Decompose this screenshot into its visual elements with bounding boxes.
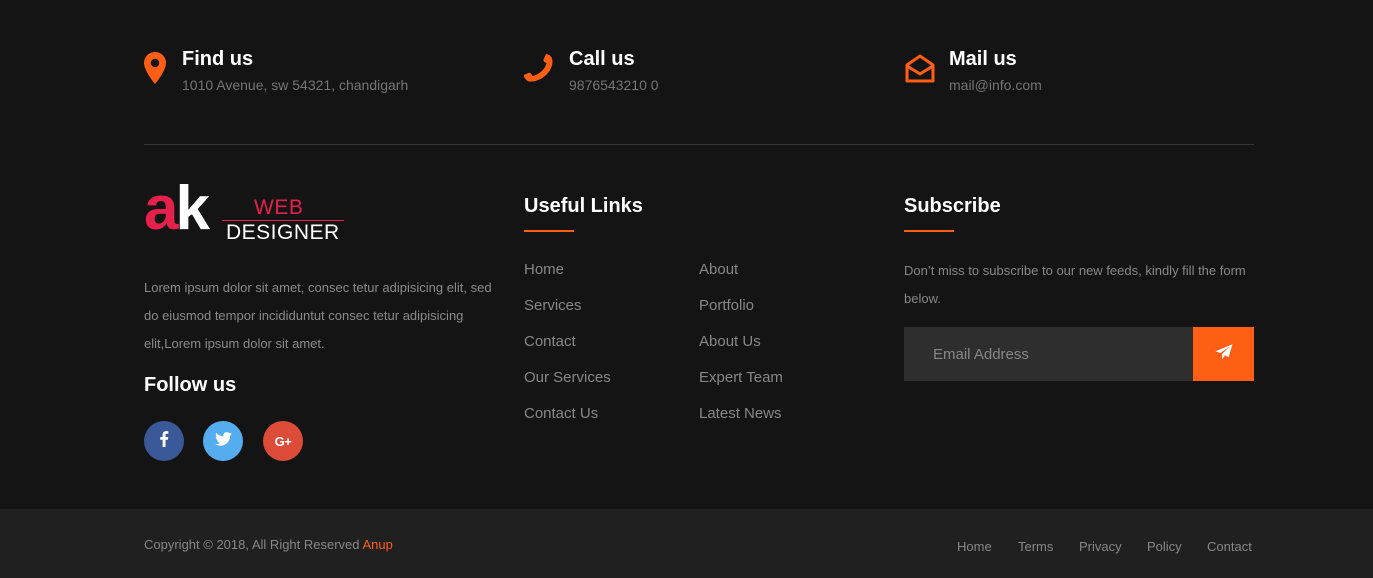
subscribe-underline: [904, 230, 954, 232]
useful-links-title: Useful Links: [524, 195, 643, 217]
footer-link-portfolio[interactable]: Portfolio: [699, 297, 754, 314]
call-us-phone[interactable]: 9876543210 0: [569, 77, 659, 93]
footer-link-about-us[interactable]: About Us: [699, 333, 761, 350]
bottom-link-policy[interactable]: Policy: [1147, 539, 1182, 554]
envelope-open-icon: [904, 52, 938, 86]
copyright: Copyright © 2018, All Right Reserved Anu…: [144, 537, 393, 552]
footer-divider: [144, 144, 1254, 145]
footer-link-our-services[interactable]: Our Services: [524, 369, 611, 386]
subscribe-email-box: [904, 327, 1193, 381]
footer-link-home[interactable]: Home: [524, 261, 564, 278]
contact-mail-us: Mail us mail@info.com: [904, 48, 1264, 98]
footer-main: Find us 1010 Avenue, sw 54321, chandigar…: [0, 0, 1373, 509]
footer-link-expert-team[interactable]: Expert Team: [699, 369, 783, 386]
twitter-button[interactable]: [203, 421, 243, 461]
mail-us-email[interactable]: mail@info.com: [949, 77, 1042, 93]
find-us-address: 1010 Avenue, sw 54321, chandigarh: [182, 77, 409, 93]
footer-link-contact-us[interactable]: Contact Us: [524, 405, 598, 422]
footer-link-about[interactable]: About: [699, 261, 738, 278]
logo-designer-text: DESIGNER: [226, 221, 340, 244]
logo-web-text: WEB: [254, 196, 304, 219]
facebook-button[interactable]: [144, 421, 184, 461]
email-input[interactable]: [904, 327, 1193, 381]
footer-link-latest-news[interactable]: Latest News: [699, 405, 782, 422]
twitter-icon: [214, 431, 232, 451]
subscribe-send-button[interactable]: [1193, 327, 1254, 381]
logo-mark: ak: [144, 174, 210, 243]
bottom-link-home[interactable]: Home: [957, 539, 992, 554]
useful-links-underline: [524, 230, 574, 232]
google-plus-icon: G+: [274, 433, 292, 449]
bottom-link-privacy[interactable]: Privacy: [1079, 539, 1122, 554]
find-us-title: Find us: [182, 48, 254, 70]
call-us-title: Call us: [569, 48, 635, 70]
footer-link-contact[interactable]: Contact: [524, 333, 576, 350]
site-logo[interactable]: ak WEB DESIGNER: [144, 178, 354, 244]
copyright-text: Copyright © 2018, All Right Reserved: [144, 537, 360, 552]
bottom-link-terms[interactable]: Terms: [1018, 539, 1053, 554]
subscribe-text: Don’t miss to subscribe to our new feeds…: [904, 263, 1246, 306]
copyright-brand-link[interactable]: Anup: [362, 537, 392, 552]
about-text: Lorem ipsum dolor sit amet, consec tetur…: [144, 280, 492, 351]
google-plus-button[interactable]: G+: [263, 421, 303, 461]
phone-icon: [523, 52, 558, 86]
footer-link-services[interactable]: Services: [524, 297, 582, 314]
paper-plane-icon: [1215, 343, 1233, 365]
mail-us-title: Mail us: [949, 48, 1017, 70]
contact-find-us: Find us 1010 Avenue, sw 54321, chandigar…: [144, 48, 504, 98]
facebook-icon: [159, 430, 169, 452]
subscribe-title: Subscribe: [904, 195, 1001, 217]
contact-call-us: Call us 9876543210 0: [523, 48, 884, 98]
bottom-link-contact[interactable]: Contact: [1207, 539, 1252, 554]
map-marker-icon: [144, 52, 178, 86]
follow-us-title: Follow us: [144, 374, 237, 396]
